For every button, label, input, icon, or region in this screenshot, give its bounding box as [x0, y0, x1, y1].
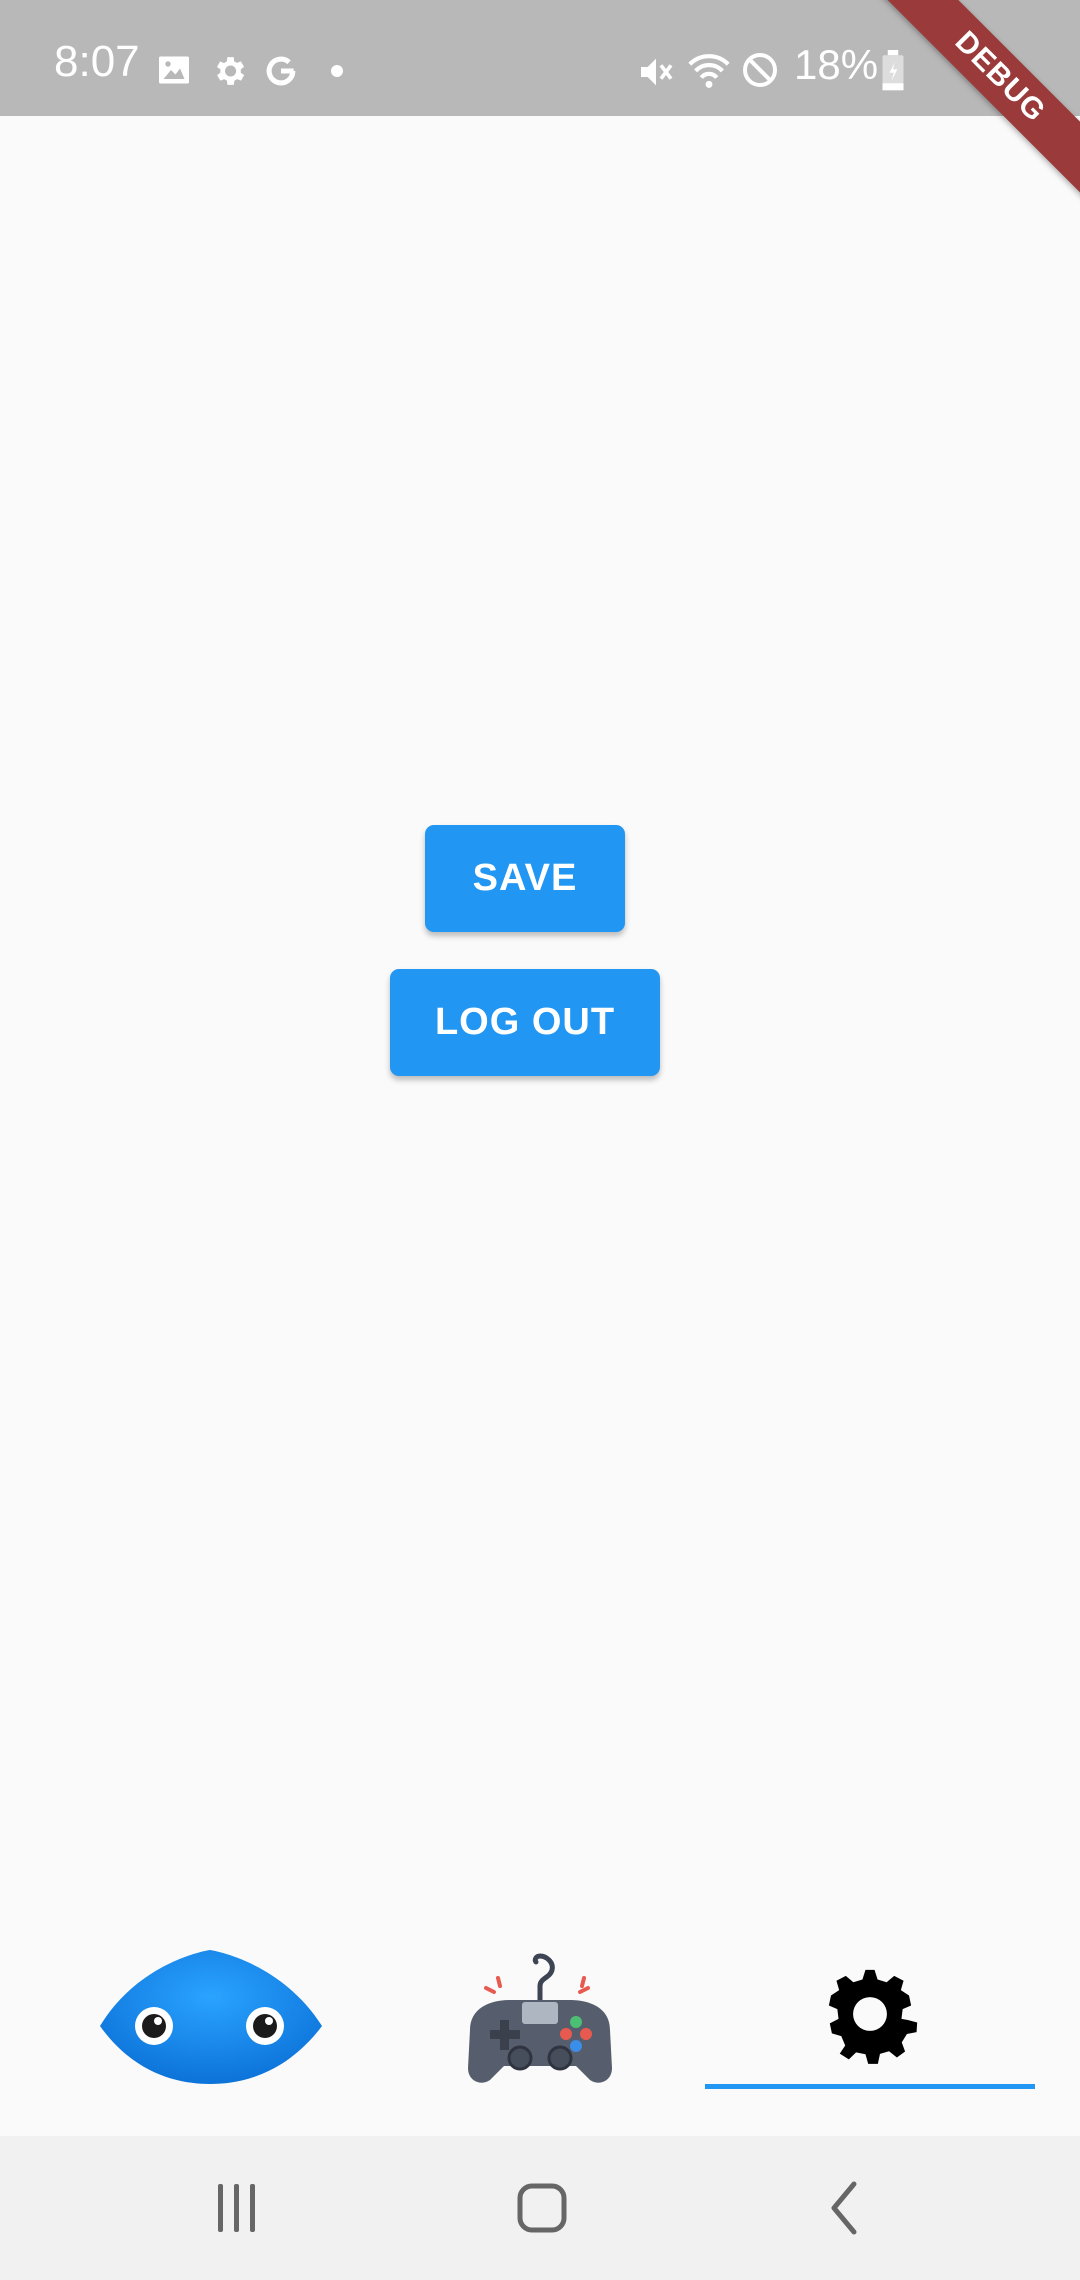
- image-icon: [159, 56, 189, 84]
- blue-blob-character-icon: [100, 1950, 322, 2084]
- wifi-icon: [688, 54, 730, 88]
- logout-button[interactable]: LOG OUT: [390, 969, 660, 1076]
- selected-tab-indicator: [705, 2084, 1035, 2089]
- recents-icon[interactable]: [212, 2172, 262, 2242]
- navigation-bar: [0, 2136, 1080, 2280]
- home-icon[interactable]: [512, 2172, 572, 2242]
- battery-icon: [882, 50, 904, 91]
- tab-blob[interactable]: [60, 1930, 360, 2090]
- blocked-icon: [743, 53, 777, 87]
- tab-settings[interactable]: [705, 1930, 1035, 2090]
- google-icon: [266, 56, 296, 86]
- battery-percent: 18%: [794, 41, 879, 88]
- mute-icon: [641, 58, 673, 86]
- gear-icon: [828, 1969, 918, 2064]
- tab-game[interactable]: [390, 1930, 690, 2090]
- dot-icon: [331, 65, 343, 77]
- back-icon[interactable]: [820, 2172, 870, 2242]
- save-button[interactable]: SAVE: [425, 825, 625, 932]
- settings-icon: [216, 57, 245, 85]
- gamepad-icon: [468, 1953, 612, 2083]
- status-time: 8:07: [54, 37, 140, 86]
